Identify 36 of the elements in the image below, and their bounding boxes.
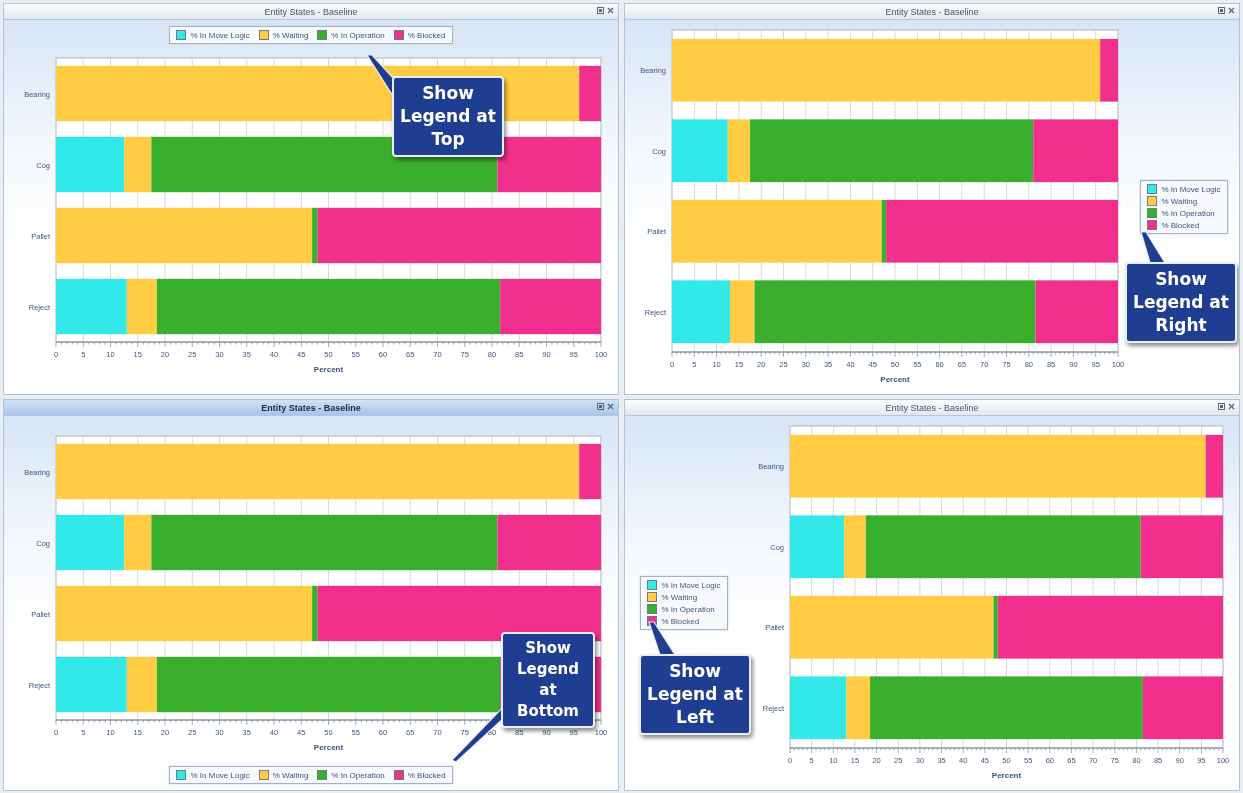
legend-label: % Waiting <box>661 592 698 602</box>
pin-icon[interactable] <box>597 7 604 14</box>
legend-label: % Blocked <box>407 770 446 780</box>
axis-title: Percent <box>880 375 910 384</box>
legend-label: % In Operation <box>331 30 385 40</box>
callout: Show Legend at Top <box>392 76 504 157</box>
legend-label: % Blocked <box>1161 220 1200 230</box>
callout: Show Legend at Right <box>1125 262 1237 343</box>
legend-label: % Waiting <box>272 30 309 40</box>
panel-title: Entity States - Baseline <box>885 6 979 17</box>
axis-title: Percent <box>313 365 344 374</box>
pin-icon[interactable] <box>1218 7 1225 14</box>
axis-title: Percent <box>313 743 344 752</box>
legend-label: % In Move Logic <box>190 30 250 40</box>
pin-icon[interactable] <box>597 403 604 410</box>
axis-title: Percent <box>991 771 1022 780</box>
legend-label: % In Operation <box>1161 208 1215 218</box>
close-icon[interactable] <box>607 403 614 410</box>
callout: Show Legend at Bottom <box>501 632 595 728</box>
close-icon[interactable] <box>607 7 614 14</box>
pin-icon[interactable] <box>1218 403 1225 410</box>
close-icon[interactable] <box>1228 403 1235 410</box>
legend-label: % In Operation <box>331 770 385 780</box>
close-icon[interactable] <box>1228 7 1235 14</box>
legend-label: % Blocked <box>661 616 700 626</box>
legend-label: % Waiting <box>272 770 309 780</box>
legend-label: % Blocked <box>407 30 446 40</box>
callout: Show Legend at Left <box>639 654 751 735</box>
panel-title: Entity States - Baseline <box>885 402 979 413</box>
legend-label: % Waiting <box>1161 196 1198 206</box>
panel-title: Entity States - Baseline <box>264 6 358 17</box>
legend-label: % In Move Logic <box>190 770 250 780</box>
legend-label: % In Operation <box>661 604 715 614</box>
panel-title: Entity States - Baseline <box>261 402 361 413</box>
legend-label: % In Move Logic <box>1161 184 1221 194</box>
legend-label: % In Move Logic <box>661 580 721 590</box>
